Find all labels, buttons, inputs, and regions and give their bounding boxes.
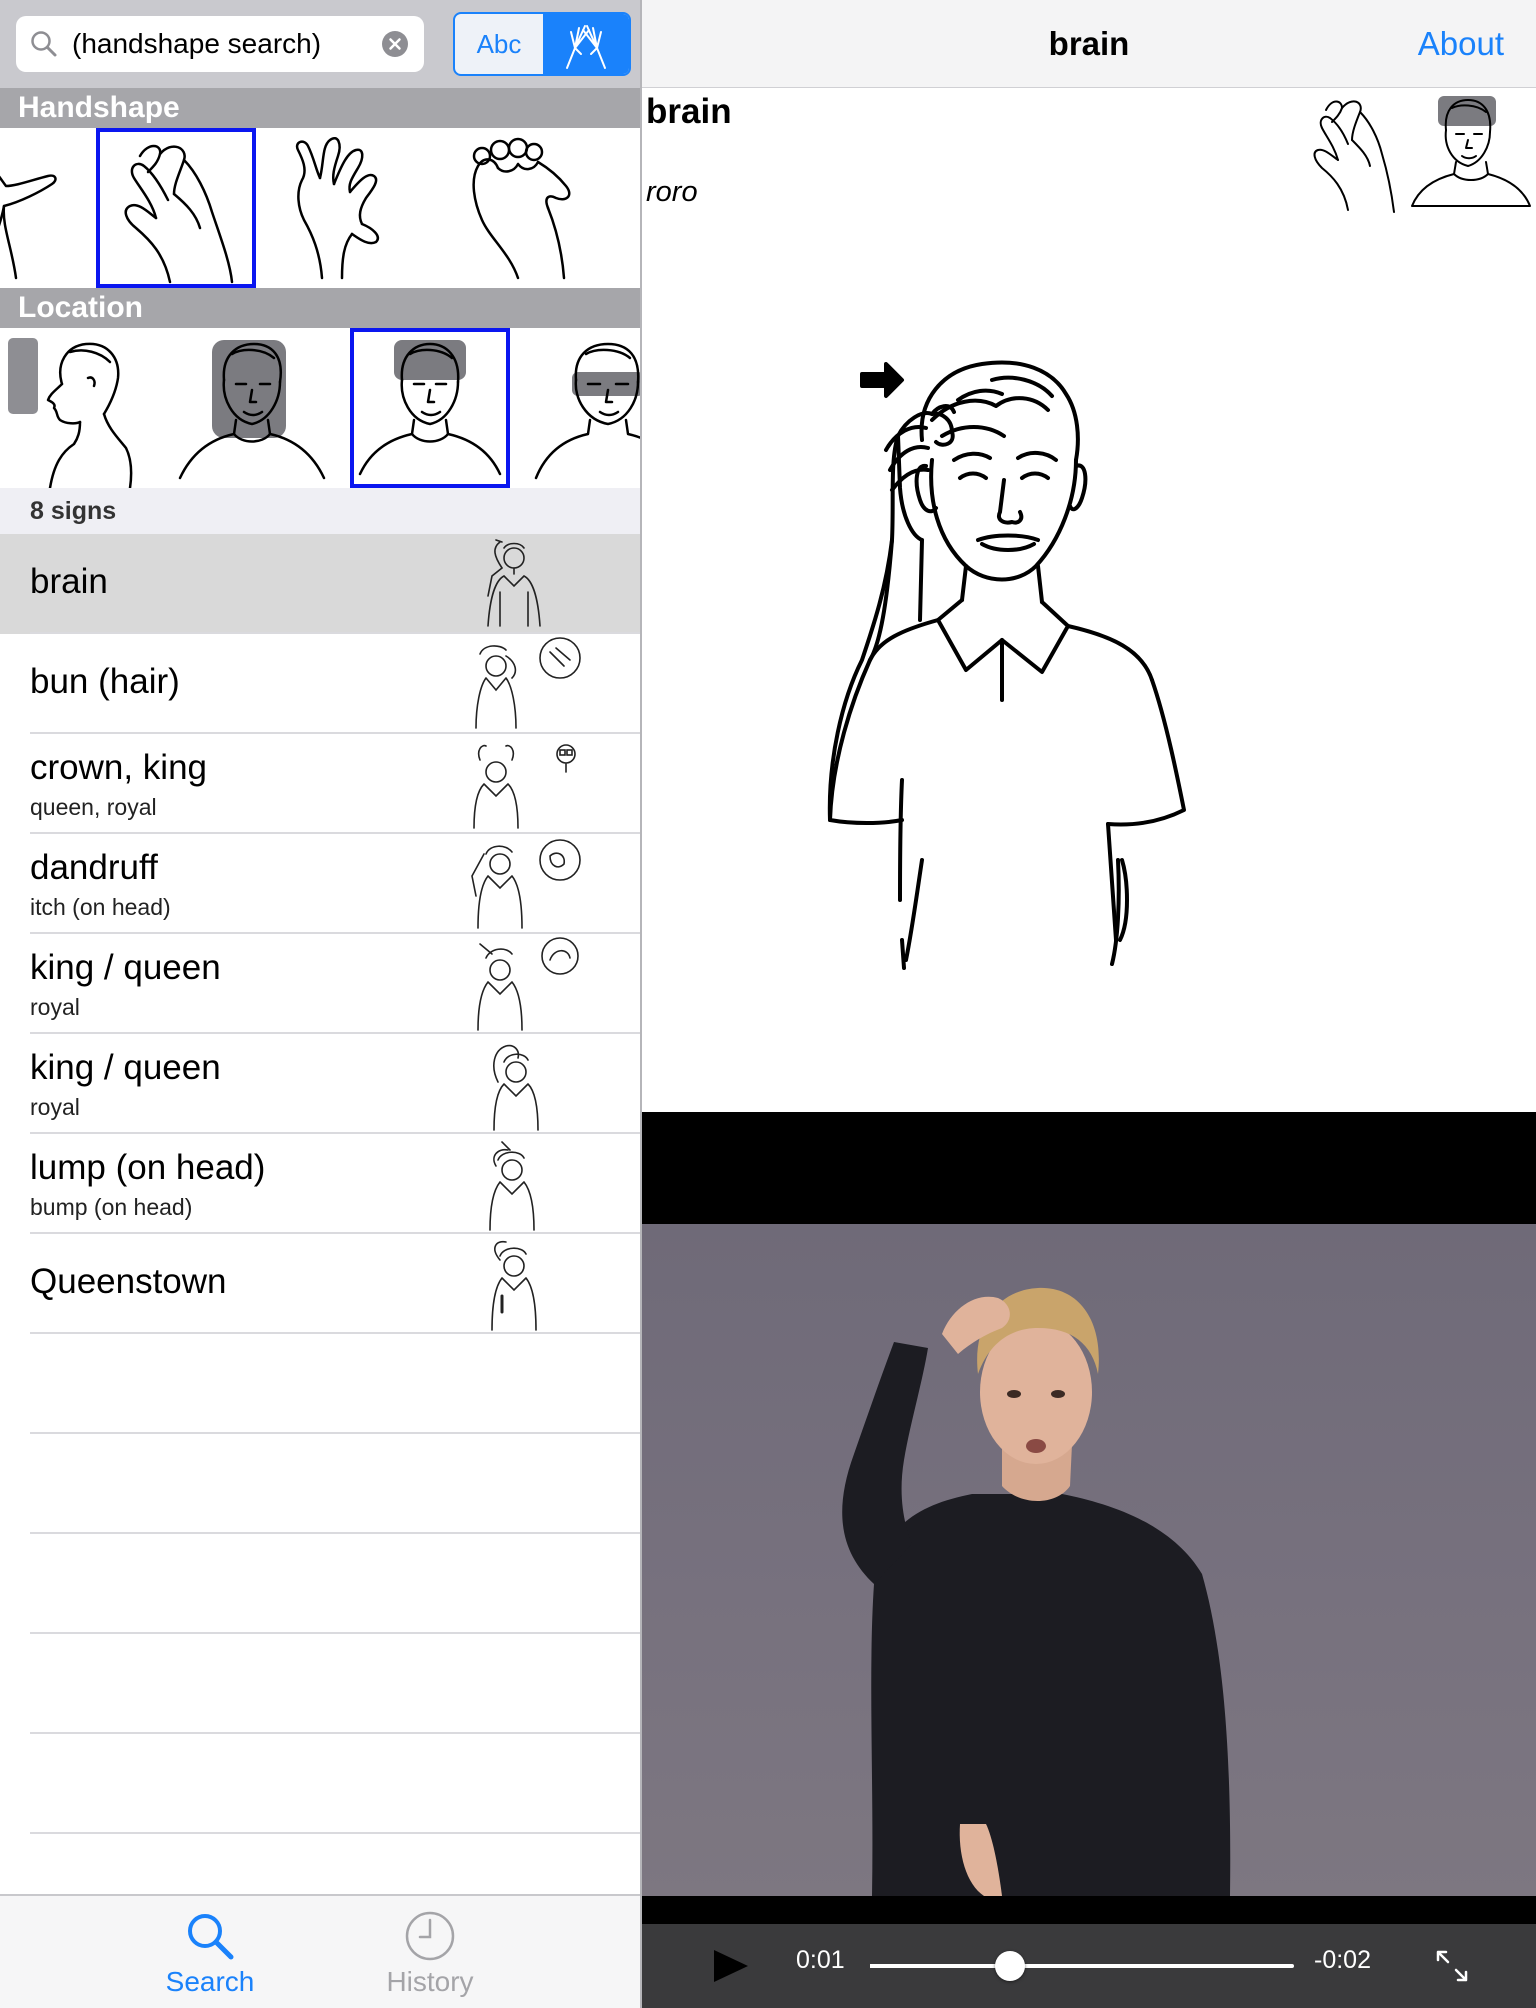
handshape-reference-icon bbox=[1313, 100, 1395, 213]
result-title: dandruff bbox=[30, 848, 158, 887]
result-row-queenstown[interactable]: Queenstown bbox=[0, 1234, 640, 1334]
results-count: 8 signs bbox=[0, 488, 640, 534]
result-row-king-queen-2[interactable]: king / queen royal bbox=[0, 1034, 640, 1134]
scrubber-handle[interactable] bbox=[994, 1951, 1025, 1981]
handshape-search-mode-button[interactable] bbox=[543, 14, 629, 74]
sign-thumbnail-icon bbox=[471, 839, 581, 929]
clear-search-button[interactable] bbox=[382, 31, 408, 57]
location-option-forehead[interactable] bbox=[350, 328, 510, 488]
result-row-king-queen-1[interactable]: king / queen royal bbox=[0, 934, 640, 1034]
tab-search-label: Search bbox=[165, 1966, 255, 1997]
result-title: bun (hair) bbox=[30, 662, 180, 701]
clock-icon bbox=[405, 1911, 455, 1961]
empty-row-separator bbox=[30, 1832, 640, 1834]
sign-thumbnail-icon bbox=[493, 1044, 539, 1131]
results-list: brain bun (hair) crown, king queen, roya… bbox=[0, 534, 640, 1894]
result-row-crown-king[interactable]: crown, king queen, royal bbox=[0, 734, 640, 834]
location-option-side-of-head[interactable] bbox=[0, 328, 160, 488]
handshape-section-header: Handshape bbox=[0, 88, 640, 128]
forehead-region-icon bbox=[358, 340, 502, 476]
sign-illustration-brain bbox=[827, 360, 1186, 970]
search-pane: (handshape search) Abc Handshape Locatio… bbox=[0, 0, 640, 2008]
face-region-icon bbox=[178, 340, 326, 480]
sign-thumbnail-icon bbox=[491, 1240, 537, 1331]
location-section-header: Location bbox=[0, 288, 640, 328]
result-title: Queenstown bbox=[30, 1262, 227, 1301]
result-subtitle: queen, royal bbox=[30, 794, 157, 820]
sign-word: brain bbox=[646, 92, 732, 131]
eyes-region-icon bbox=[534, 342, 640, 480]
row-separator bbox=[30, 1332, 640, 1334]
about-button[interactable]: About bbox=[1418, 0, 1504, 88]
search-icon bbox=[188, 1914, 234, 1960]
video-frame[interactable] bbox=[642, 1224, 1536, 1896]
tab-history[interactable]: History bbox=[320, 1896, 540, 2008]
location-picker[interactable] bbox=[0, 328, 640, 488]
detail-navigation-bar: brain About bbox=[642, 0, 1536, 88]
sign-thumbnail-icon bbox=[477, 937, 579, 1031]
play-icon[interactable] bbox=[710, 1948, 750, 1984]
video-progress-fill bbox=[870, 1964, 1010, 1968]
text-search-mode-button[interactable]: Abc bbox=[455, 14, 543, 74]
tab-bar: Search History bbox=[0, 1894, 640, 2008]
empty-row-separator bbox=[30, 1432, 640, 1434]
result-subtitle: itch (on head) bbox=[30, 894, 171, 920]
empty-row-separator bbox=[30, 1632, 640, 1634]
result-row-lump-on-head[interactable]: lump (on head) bump (on head) bbox=[0, 1134, 640, 1234]
handshape-option-flat[interactable] bbox=[0, 128, 80, 288]
result-title: brain bbox=[30, 562, 108, 601]
sign-video-player[interactable]: 0:01 -0:02 bbox=[642, 1112, 1536, 2008]
location-option-face[interactable] bbox=[176, 328, 336, 488]
search-bar: (handshape search) Abc bbox=[0, 0, 640, 88]
tab-history-label: History bbox=[386, 1966, 474, 1997]
sign-thumbnail-icon bbox=[473, 744, 576, 829]
result-row-bun-hair[interactable]: bun (hair) bbox=[0, 634, 640, 734]
handshape-option-curved-pinch[interactable] bbox=[96, 128, 256, 288]
elapsed-time: 0:01 bbox=[796, 1946, 845, 1974]
result-row-dandruff[interactable]: dandruff itch (on head) bbox=[0, 834, 640, 934]
tab-search[interactable]: Search bbox=[100, 1896, 320, 2008]
maori-translation: roro bbox=[646, 176, 698, 208]
empty-row-separator bbox=[30, 1732, 640, 1734]
curved-pinch-hand-icon bbox=[124, 144, 234, 284]
sign-thumbnail-icon bbox=[489, 1141, 535, 1231]
sign-thumbnail-icon bbox=[487, 539, 541, 627]
result-title: lump (on head) bbox=[30, 1148, 266, 1187]
search-query-text[interactable]: (handshape search) bbox=[72, 16, 321, 72]
result-subtitle: royal bbox=[30, 1094, 80, 1120]
result-subtitle: bump (on head) bbox=[30, 1194, 193, 1220]
fullscreen-icon[interactable] bbox=[1434, 1948, 1470, 1984]
bent-fingers-hand-icon bbox=[472, 137, 571, 280]
signer-video-image bbox=[842, 1287, 1231, 1896]
profile-head-icon bbox=[8, 338, 133, 488]
search-field[interactable]: (handshape search) bbox=[16, 16, 424, 72]
app-window: (handshape search) Abc Handshape Locatio… bbox=[0, 0, 1536, 2008]
result-title: king / queen bbox=[30, 948, 221, 987]
remaining-time: -0:02 bbox=[1314, 1946, 1371, 1974]
detail-title: brain bbox=[1048, 25, 1130, 62]
flat-hand-icon bbox=[0, 174, 57, 280]
result-row-brain[interactable]: brain bbox=[0, 534, 640, 634]
video-controls: 0:01 -0:02 bbox=[642, 1924, 1536, 2008]
location-option-eyes[interactable] bbox=[528, 328, 640, 488]
search-icon bbox=[31, 31, 57, 57]
result-title: crown, king bbox=[30, 748, 208, 787]
location-reference-icon bbox=[1411, 96, 1531, 207]
clear-icon bbox=[389, 38, 401, 50]
result-subtitle: royal bbox=[30, 994, 80, 1020]
empty-row-separator bbox=[30, 1532, 640, 1534]
handshape-picker[interactable] bbox=[0, 128, 640, 288]
claw-hand-icon bbox=[295, 137, 379, 280]
detail-pane: brain About brain roro 0:01 -0:02 bbox=[642, 0, 1536, 2008]
handshape-option-claw[interactable] bbox=[272, 128, 432, 288]
hands-icon bbox=[566, 25, 606, 69]
sign-thumbnail-icon bbox=[475, 637, 581, 729]
result-title: king / queen bbox=[30, 1048, 221, 1087]
search-mode-toggle: Abc bbox=[453, 12, 631, 76]
handshape-option-bent-fingers[interactable] bbox=[448, 128, 608, 288]
video-scrubber[interactable] bbox=[870, 1951, 1294, 1981]
